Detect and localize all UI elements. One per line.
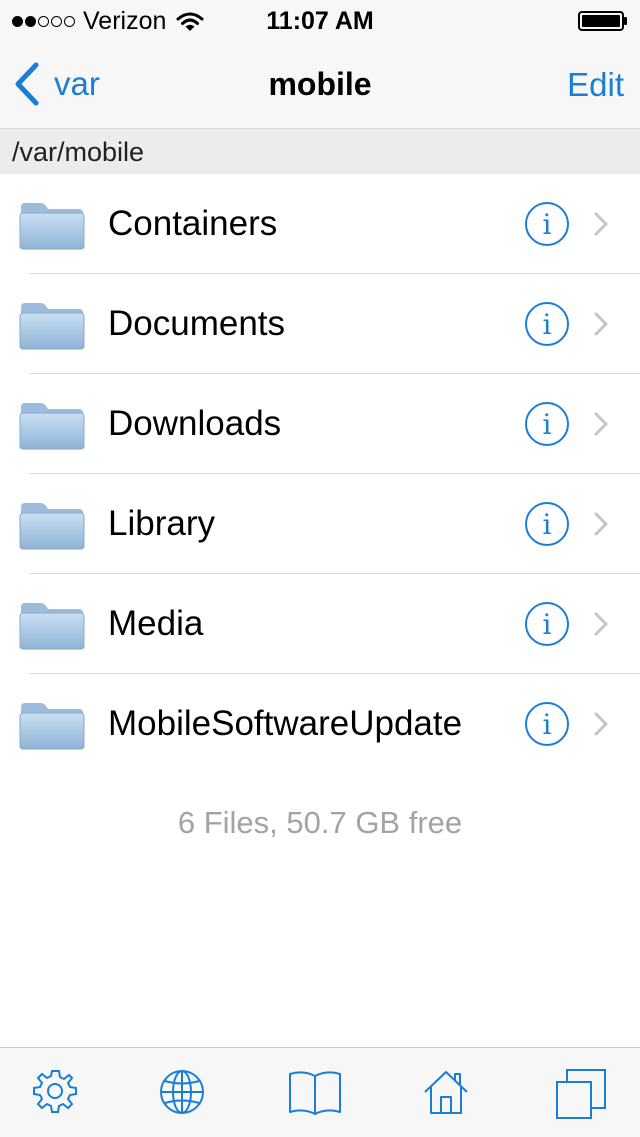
chevron-right-icon	[594, 412, 608, 436]
info-button[interactable]: i	[525, 702, 569, 746]
info-button[interactable]: i	[525, 302, 569, 346]
list-item[interactable]: Library i	[0, 474, 640, 574]
folder-icon	[19, 203, 85, 250]
info-icon: i	[542, 607, 552, 641]
list-item[interactable]: Documents i	[0, 274, 640, 374]
file-name: MobileSoftwareUpdate	[108, 704, 463, 743]
battery-icon	[578, 11, 627, 31]
navigation-bar: var mobile Edit	[0, 40, 640, 128]
info-button[interactable]: i	[525, 502, 569, 546]
chevron-right-icon	[594, 712, 608, 736]
home-icon[interactable]	[422, 1068, 470, 1116]
globe-icon[interactable]	[158, 1068, 206, 1116]
tab-bar	[0, 1047, 640, 1137]
windows-icon[interactable]	[555, 1068, 607, 1120]
file-list: Containers i Documents i Downloads i Library i M…	[0, 174, 640, 774]
storage-summary: 6 Files, 50.7 GB free	[177, 805, 463, 840]
file-name: Containers	[108, 204, 278, 243]
info-button[interactable]: i	[525, 202, 569, 246]
path-bar: /var/mobile	[0, 128, 640, 174]
chevron-right-icon	[594, 612, 608, 636]
chevron-right-icon	[594, 512, 608, 536]
chevron-right-icon	[594, 212, 608, 236]
info-icon: i	[542, 207, 552, 241]
info-icon: i	[542, 507, 552, 541]
list-item[interactable]: Downloads i	[0, 374, 640, 474]
info-button[interactable]: i	[525, 402, 569, 446]
status-bar: Verizon 11:07 AM	[0, 0, 640, 40]
folder-icon	[19, 403, 85, 450]
folder-icon	[19, 303, 85, 350]
file-name: Library	[108, 504, 215, 543]
file-name: Downloads	[108, 404, 282, 443]
info-icon: i	[542, 407, 552, 441]
page-title: mobile	[268, 66, 372, 102]
chevron-right-icon	[594, 312, 608, 336]
folder-icon	[19, 503, 85, 550]
list-item[interactable]: Media i	[0, 574, 640, 674]
folder-icon	[19, 603, 85, 650]
info-icon: i	[542, 707, 552, 741]
file-name: Media	[108, 604, 204, 643]
list-item[interactable]: Containers i	[0, 174, 640, 274]
list-item[interactable]: MobileSoftwareUpdate i	[0, 674, 640, 774]
edit-button[interactable]: Edit	[567, 66, 624, 104]
settings-icon[interactable]	[32, 1068, 78, 1114]
folder-icon	[19, 703, 85, 750]
info-icon: i	[542, 307, 552, 341]
current-path: /var/mobile	[12, 137, 145, 167]
book-icon[interactable]	[287, 1068, 343, 1116]
status-time: 11:07 AM	[266, 7, 374, 35]
info-button[interactable]: i	[525, 602, 569, 646]
file-name: Documents	[108, 304, 286, 343]
